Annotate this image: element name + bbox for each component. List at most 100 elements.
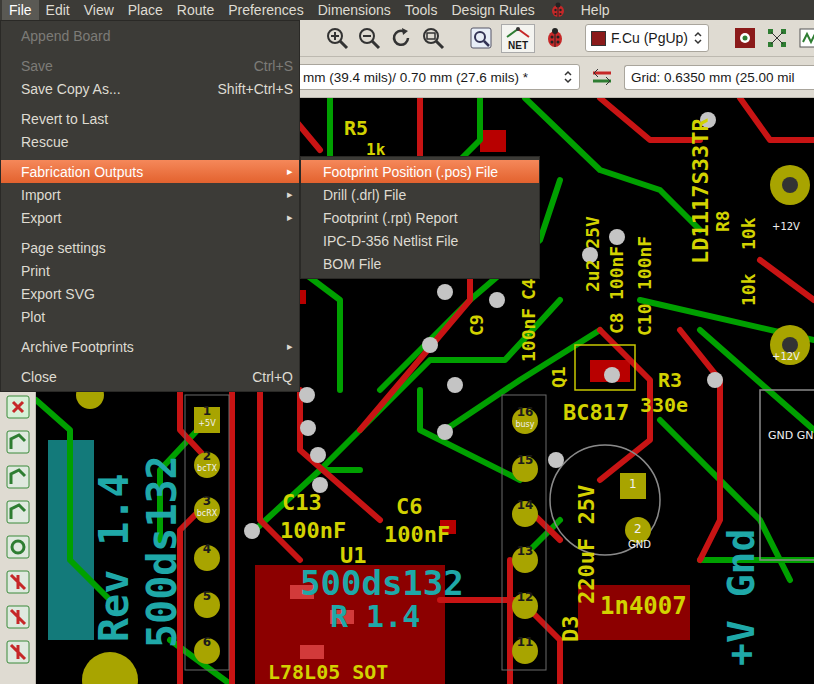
tool-icon[interactable]	[5, 639, 31, 665]
menu-item[interactable]: Save Copy As...Shift+Ctrl+S	[1, 77, 299, 100]
board-text[interactable]: Rev 1.4	[94, 473, 134, 642]
board-text[interactable]: 100nF	[520, 308, 538, 362]
menu-item[interactable]: Print	[1, 259, 299, 282]
menu-item[interactable]: Plot	[1, 305, 299, 328]
menu-bar-item[interactable]: Route	[170, 0, 221, 20]
submenu-item[interactable]: Drill (.drl) File	[301, 183, 539, 206]
board-text[interactable]: 10k	[740, 273, 758, 306]
board-text[interactable]: C8	[608, 312, 626, 334]
submenu-item[interactable]: Footprint (.rpt) Report	[301, 206, 539, 229]
layer-dropdown[interactable]: F.Cu (PgUp)	[585, 24, 709, 52]
track-width-dropdown[interactable]: mm (39.4 mils)/ 0.70 mm (27.6 mils) *	[296, 64, 580, 90]
board-text[interactable]: R 1.4	[330, 602, 420, 632]
board-text[interactable]: 1	[629, 478, 637, 490]
menu-item[interactable]: Export SVG	[1, 282, 299, 305]
menu-item[interactable]: Export▸	[1, 206, 299, 229]
menu-bar-item[interactable]: Preferences	[221, 0, 310, 20]
ladybug-icon[interactable]	[549, 2, 567, 18]
menu-item[interactable]: CloseCtrl+Q	[1, 365, 299, 388]
board-text[interactable]: 10k	[740, 217, 758, 250]
submenu-item[interactable]: IPC-D-356 Netlist File	[301, 229, 539, 252]
submenu-arrow: ▸	[287, 211, 293, 224]
menu-item[interactable]: Archive Footprints▸	[1, 335, 299, 358]
board-text[interactable]: R8	[714, 210, 732, 232]
menu-bar-item[interactable]: File	[2, 0, 39, 20]
menu-separator	[1, 153, 299, 160]
menu-separator	[1, 47, 299, 54]
menu-bar-item[interactable]: Dimensions	[311, 0, 398, 20]
tool-icon[interactable]	[5, 569, 31, 595]
menu-bar-item[interactable]	[542, 0, 574, 20]
board-text[interactable]: GND	[628, 540, 651, 550]
board-text[interactable]: C4	[520, 278, 538, 300]
netlist-icon[interactable]: NET	[501, 24, 535, 53]
zoom-in-icon[interactable]	[325, 26, 349, 50]
grid-dropdown[interactable]: Grid: 0.6350 mm (25.00 mil	[624, 65, 814, 90]
tool-icon[interactable]	[5, 394, 31, 420]
board-text[interactable]: 100nF	[384, 524, 450, 546]
board-text[interactable]: 220uF 25V	[576, 485, 598, 604]
submenu-item[interactable]: BOM File	[301, 252, 539, 275]
board-text[interactable]: C10	[636, 303, 654, 336]
submenu-arrow: ▸	[287, 188, 293, 201]
board-text[interactable]: 500ds132	[300, 566, 464, 600]
menu-item-label: Revert to Last	[21, 111, 293, 127]
menu-bar-item[interactable]: Place	[121, 0, 170, 20]
tool-icon[interactable]	[5, 429, 31, 455]
menu-item[interactable]: Fabrication Outputs▸	[1, 160, 299, 183]
board-text[interactable]: R3	[658, 370, 682, 390]
menu-item[interactable]: Rescue	[1, 130, 299, 153]
menu-item-label: Print	[21, 263, 293, 279]
microwave-icon[interactable]	[797, 26, 814, 50]
board-text[interactable]: L78L05 SOT	[268, 662, 388, 682]
menu-item[interactable]: Revert to Last	[1, 107, 299, 130]
menu-bar-item[interactable]: Tools	[398, 0, 445, 20]
board-text[interactable]: 500ds132	[142, 455, 182, 648]
board-text[interactable]: +12V	[772, 222, 800, 232]
pin-number: 13	[513, 544, 537, 558]
layer-pair-icon[interactable]	[733, 26, 757, 50]
menu-bar-item[interactable]: Design Rules	[444, 0, 541, 20]
menu-item[interactable]: Page settings	[1, 236, 299, 259]
menu-item[interactable]: Import▸	[1, 183, 299, 206]
board-text[interactable]: R5	[344, 118, 368, 138]
board-text[interactable]: C6	[396, 496, 423, 518]
menu-separator	[1, 328, 299, 335]
board-text[interactable]: LD1117S33TR	[690, 118, 712, 264]
pin-number: 2	[195, 449, 219, 463]
board-text[interactable]: C13	[282, 492, 322, 514]
menu-item-label: Append Board	[21, 28, 293, 44]
board-text[interactable]: D3	[560, 616, 582, 643]
track-width-icon[interactable]	[590, 65, 614, 89]
board-text[interactable]: BC817	[563, 402, 629, 424]
board-text[interactable]: C9	[468, 314, 486, 336]
board-text[interactable]: +12V	[772, 352, 800, 362]
board-text[interactable]: 100nF	[608, 246, 626, 300]
submenu-item[interactable]: Footprint Position (.pos) File	[301, 160, 539, 183]
find-icon[interactable]	[469, 26, 493, 50]
pin-number: 5	[195, 589, 219, 603]
board-text[interactable]: 2	[634, 523, 642, 535]
board-text[interactable]: GND GN	[768, 430, 813, 441]
pin-net-label: busy	[511, 420, 539, 429]
zoom-out-icon[interactable]	[357, 26, 381, 50]
tool-icon[interactable]	[5, 464, 31, 490]
drc-bug-icon[interactable]	[543, 26, 567, 50]
tool-icon[interactable]	[5, 604, 31, 630]
board-text[interactable]: U1	[340, 545, 367, 567]
board-text[interactable]: +V Gnd	[722, 529, 760, 666]
board-text[interactable]: 100nF	[636, 236, 654, 290]
redraw-icon[interactable]	[389, 26, 413, 50]
board-text[interactable]: 2u2 25V	[584, 216, 602, 292]
board-text[interactable]: Q1	[550, 366, 568, 388]
menu-bar-item[interactable]: View	[77, 0, 121, 20]
zoom-fit-icon[interactable]	[421, 26, 445, 50]
board-text[interactable]: 330e	[640, 395, 688, 415]
menu-bar-item[interactable]: Help	[574, 0, 617, 20]
board-text[interactable]: 100nF	[280, 520, 346, 542]
board-text[interactable]: 1n4007	[600, 594, 687, 618]
menu-bar-item[interactable]: Edit	[39, 0, 77, 20]
tool-icon[interactable]	[5, 499, 31, 525]
ratsnest-icon[interactable]	[765, 26, 789, 50]
tool-icon[interactable]	[5, 534, 31, 560]
